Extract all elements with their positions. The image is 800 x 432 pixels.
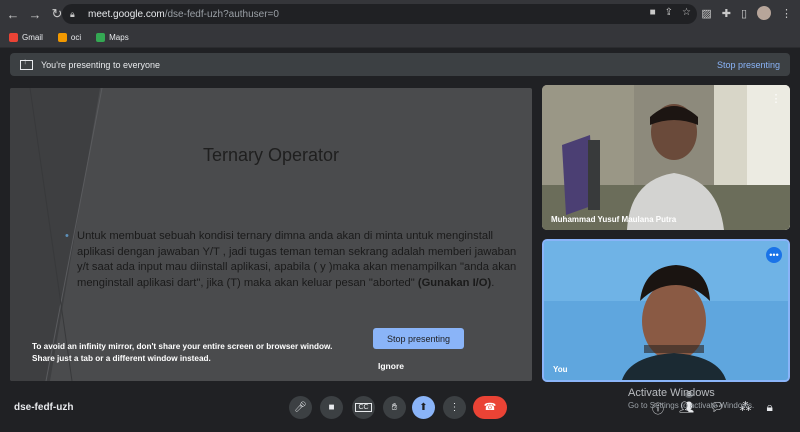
share-icon[interactable]: ⇪	[665, 7, 673, 18]
presenting-text: You're presenting to everyone	[41, 59, 160, 70]
back-icon[interactable]: ←	[4, 5, 22, 23]
camera-indicator-icon[interactable]: ■	[650, 7, 656, 18]
leave-call-button[interactable]: ☎︎	[473, 396, 507, 419]
self-video	[544, 241, 788, 380]
sidebar-icon[interactable]: ▯	[741, 7, 747, 20]
tile-menu-icon[interactable]: ⋮	[768, 91, 784, 107]
menu-icon[interactable]: ⋮	[781, 7, 792, 20]
hand-icon: ✋︎	[391, 402, 398, 413]
forward-icon[interactable]: →	[26, 5, 44, 23]
puzzle-icon[interactable]: ✚	[722, 7, 731, 20]
banner-stop-presenting-button[interactable]: Stop presenting	[717, 60, 780, 70]
maps-icon	[96, 33, 106, 42]
present-screen-icon: ⬆	[419, 402, 428, 413]
phone-hangup-icon: ☎︎	[483, 402, 497, 413]
slide-bullet: • Untuk membuat sebuah kondisi ternary d…	[65, 230, 517, 289]
presenting-banner: You're presenting to everyone Stop prese…	[10, 53, 790, 76]
ignore-button[interactable]: Ignore	[378, 361, 404, 371]
address-bar[interactable]: 🔒︎ meet.google.com/dse-fedf-uzh?authuser…	[62, 4, 697, 24]
stop-presenting-button[interactable]: Stop presenting	[373, 328, 464, 349]
participant-video	[542, 85, 790, 230]
profile-avatar[interactable]	[757, 6, 771, 20]
bookmark-oci[interactable]: oci	[57, 33, 81, 42]
participant-name: Muhammad Yusuf Maulana Putra	[551, 215, 677, 224]
present-button[interactable]: ⬆	[412, 396, 435, 419]
camera-icon: ■	[328, 402, 335, 413]
captions-button[interactable]: CC	[352, 396, 375, 419]
bookmark-maps[interactable]: Maps	[96, 33, 129, 42]
captions-icon: CC	[355, 403, 372, 412]
more-vert-icon: ⋮	[449, 402, 460, 413]
self-name: You	[553, 365, 568, 374]
oci-icon	[57, 33, 67, 42]
browser-toolbar: ← → ↻ 🔒︎ meet.google.com/dse-fedf-uzh?au…	[0, 0, 800, 28]
present-screen-icon	[20, 57, 33, 70]
camera-button[interactable]: ■	[320, 396, 343, 419]
host-controls-icon[interactable]: 🔒︎	[766, 400, 772, 417]
presentation-tile: Ternary Operator • Untuk membuat sebuah …	[10, 88, 532, 381]
participant-tile[interactable]: ⋮ Muhammad Yusuf Maulana Putra	[542, 85, 790, 230]
self-view-tile[interactable]: ••• You	[542, 239, 790, 382]
raise-hand-button[interactable]: ✋︎	[383, 396, 406, 419]
lock-icon[interactable]: 🔒︎	[70, 9, 84, 20]
more-options-icon[interactable]: •••	[766, 247, 782, 263]
meeting-code: dse-fedf-uzh	[14, 402, 74, 413]
bookmark-gmail[interactable]: Gmail	[9, 33, 43, 42]
mic-button[interactable]: 🎤︎	[289, 396, 312, 419]
bookmark-star-icon[interactable]: ☆	[682, 7, 691, 18]
bookmarks-bar: Gmail oci Maps	[0, 28, 800, 48]
more-options-button[interactable]: ⋮	[443, 396, 466, 419]
bullet-dot-icon: •	[65, 230, 69, 242]
infinity-mirror-warning: To avoid an infinity mirror, don't share…	[32, 342, 333, 363]
activate-windows-watermark: Activate Windows Go to Settings to activ…	[628, 387, 755, 410]
gmail-icon	[9, 33, 18, 42]
url-text: meet.google.com/dse-fedf-uzh?authuser=0	[88, 8, 279, 20]
extension-icon[interactable]: ▨	[701, 7, 711, 20]
mic-icon: 🎤︎	[294, 402, 307, 413]
slide-title: Ternary Operator	[202, 145, 340, 165]
